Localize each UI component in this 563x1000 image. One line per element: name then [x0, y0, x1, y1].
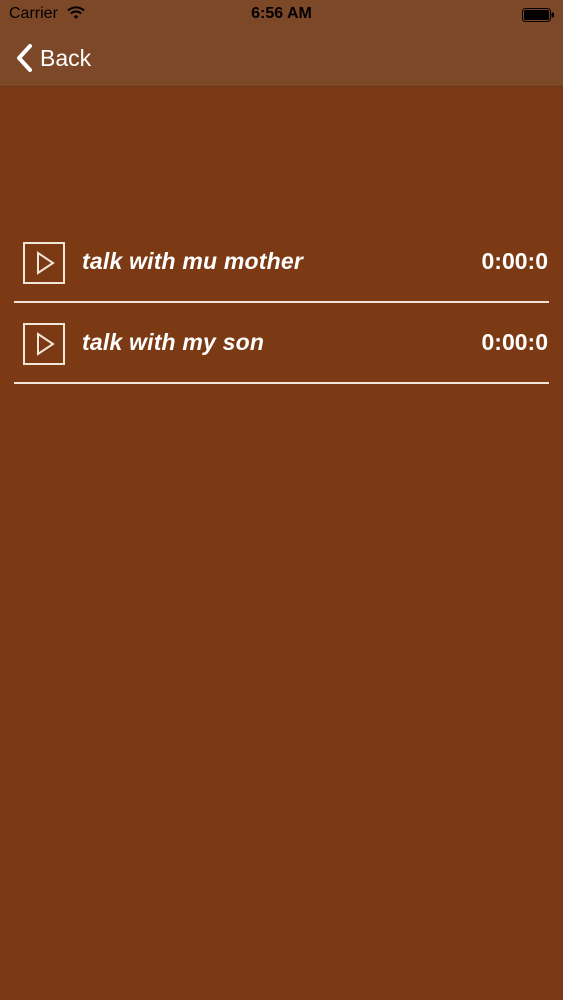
screen: Carrier 6:56 AM Back talk with mu mother… [0, 0, 563, 1000]
list-item[interactable]: talk with my son 0:00:0 [0, 303, 563, 384]
status-time: 6:56 AM [251, 5, 312, 22]
status-bar: Carrier 6:56 AM [0, 0, 563, 30]
back-label: Back [40, 44, 92, 71]
play-icon [37, 332, 55, 356]
battery-icon [522, 8, 554, 22]
recordings-list: talk with mu mother 0:00:0 talk with my … [0, 222, 563, 384]
play-button[interactable] [23, 242, 65, 284]
recording-title: talk with my son [82, 329, 265, 355]
list-item[interactable]: talk with mu mother 0:00:0 [0, 222, 563, 303]
play-icon [37, 251, 55, 275]
recording-title: talk with mu mother [82, 248, 304, 274]
back-button[interactable]: Back [14, 42, 91, 74]
recording-duration: 0:00:0 [481, 329, 548, 355]
divider [14, 382, 549, 384]
nav-bar: Back [0, 30, 563, 87]
header: Carrier 6:56 AM Back [0, 0, 563, 87]
recording-duration: 0:00:0 [481, 248, 548, 274]
chevron-left-icon [17, 44, 32, 72]
play-button[interactable] [23, 323, 65, 365]
